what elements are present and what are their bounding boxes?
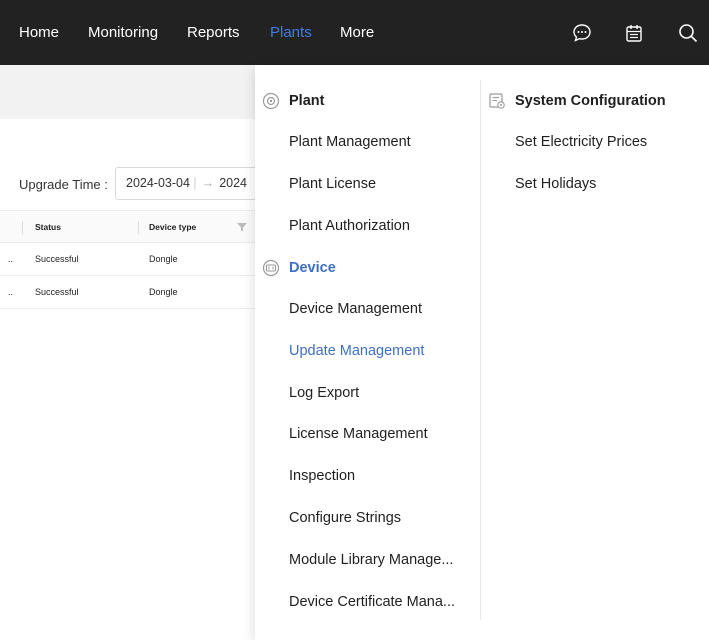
arrow-right-icon: → [201, 176, 215, 190]
group-title-plant: Plant [289, 93, 325, 109]
cell-status: Successful [35, 287, 79, 297]
table-header: Status Device type [0, 210, 255, 243]
search-icon[interactable] [677, 22, 699, 44]
nav-more[interactable]: More [340, 0, 374, 65]
menu-column-divider [480, 80, 481, 620]
cell-status: Successful [35, 254, 79, 264]
plants-mega-menu: Plant Plant Management Plant License Pla… [255, 65, 709, 640]
menu-item-device-certificate[interactable]: Device Certificate Mana... [289, 594, 455, 610]
nav-reports[interactable]: Reports [187, 0, 240, 65]
header-status[interactable]: Status [35, 211, 61, 244]
top-nav-bar: Home Monitoring Reports Plants More [0, 0, 709, 65]
row-prefix: .. [8, 254, 14, 264]
menu-item-device-management[interactable]: Device Management [289, 301, 422, 317]
row-prefix: .. [8, 287, 14, 297]
nav-monitoring[interactable]: Monitoring [88, 0, 158, 65]
menu-item-set-holidays[interactable]: Set Holidays [515, 176, 596, 192]
menu-item-update-management[interactable]: Update Management [289, 343, 424, 359]
menu-item-configure-strings[interactable]: Configure Strings [289, 510, 401, 526]
date-end: 2024 [219, 176, 247, 190]
upgrade-time-label: Upgrade Time : [19, 177, 108, 192]
menu-item-plant-management[interactable]: Plant Management [289, 134, 411, 150]
date-range-picker[interactable]: 2024-03-04 | → 2024 [115, 167, 260, 200]
cell-device-type: Dongle [149, 287, 178, 297]
menu-item-plant-authorization[interactable]: Plant Authorization [289, 218, 410, 234]
menu-item-inspection[interactable]: Inspection [289, 468, 355, 484]
column-separator [22, 221, 23, 234]
toolbar-band [0, 65, 255, 119]
system-config-icon [489, 93, 505, 109]
table-row[interactable]: .. Successful Dongle [0, 243, 255, 276]
device-icon [262, 259, 280, 277]
group-title-device: Device [289, 260, 336, 276]
menu-item-plant-license[interactable]: Plant License [289, 176, 376, 192]
nav-home[interactable]: Home [19, 0, 59, 65]
column-separator [138, 221, 139, 234]
date-start: 2024-03-04 [126, 176, 190, 190]
menu-item-set-electricity-prices[interactable]: Set Electricity Prices [515, 134, 647, 150]
menu-item-license-management[interactable]: License Management [289, 426, 428, 442]
chat-icon[interactable] [571, 22, 593, 44]
menu-item-log-export[interactable]: Log Export [289, 385, 359, 401]
menu-item-module-library[interactable]: Module Library Manage... [289, 552, 453, 568]
cell-device-type: Dongle [149, 254, 178, 264]
plant-icon [262, 92, 280, 110]
header-device-type[interactable]: Device type [149, 211, 196, 244]
table-row[interactable]: .. Successful Dongle [0, 276, 255, 309]
calendar-icon[interactable] [623, 22, 645, 44]
group-title-system-configuration: System Configuration [515, 93, 666, 109]
nav-plants[interactable]: Plants [270, 0, 312, 65]
filter-icon[interactable] [236, 221, 248, 233]
